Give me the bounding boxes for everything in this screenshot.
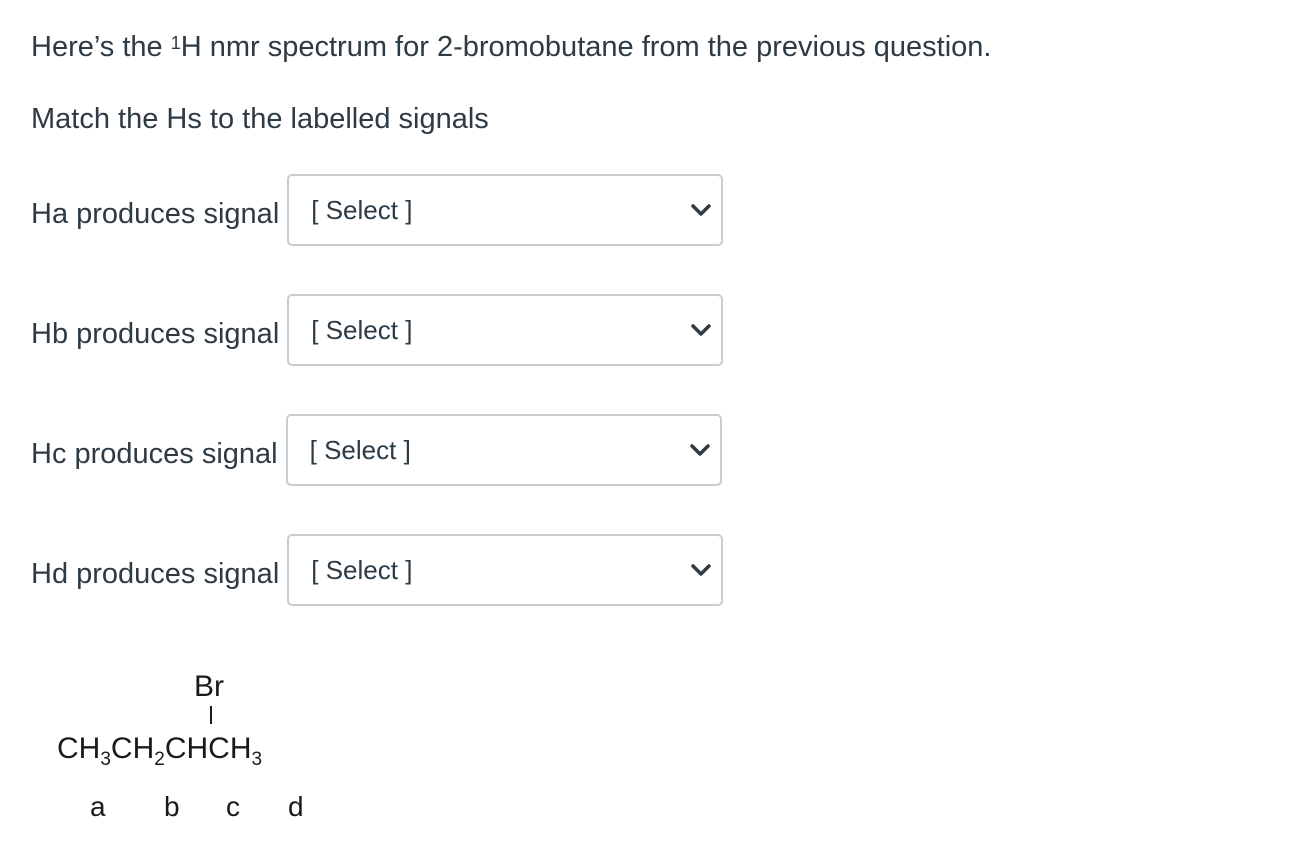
chevron-down-icon: [689, 558, 713, 582]
select-hb[interactable]: [ Select ]: [287, 294, 724, 366]
intro-text-after: H nmr spectrum for 2-bromobutane from th…: [180, 31, 992, 63]
intro-text-before: Here’s the: [31, 31, 171, 63]
select-ha[interactable]: [ Select ]: [287, 174, 724, 246]
bromine-label: Br: [194, 670, 224, 703]
row-label-hd: Hd produces signal: [31, 557, 280, 590]
row-label-ha: Ha produces signal: [31, 197, 280, 230]
structure-svg: Br CH3CH2CHCH3 a b c d: [57, 670, 304, 822]
row-label-hb: Hb produces signal: [31, 317, 280, 350]
chevron-down-icon: [689, 318, 713, 342]
select-value-ha: [ Select ]: [311, 194, 413, 225]
label-d: d: [288, 791, 304, 822]
select-value-hc: [ Select ]: [309, 434, 411, 465]
match-row-ha: Ha produces signal [ Select ]: [31, 174, 724, 252]
match-row-hd: Hd produces signal [ Select ]: [31, 534, 724, 612]
question-intro: Here’s the 1H nmr spectrum for 2-bromobu…: [31, 28, 992, 66]
select-hc[interactable]: [ Select ]: [285, 414, 722, 486]
chevron-down-icon: [689, 198, 713, 222]
label-c: c: [226, 791, 240, 822]
label-b: b: [164, 791, 180, 822]
label-a: a: [90, 791, 106, 822]
condensed-formula: CH3CH2CHCH3: [57, 732, 262, 770]
chevron-down-icon: [688, 438, 712, 462]
match-row-hb: Hb produces signal [ Select ]: [31, 294, 724, 372]
intro-superscript: 1: [170, 33, 181, 53]
match-row-hc: Hc produces signal [ Select ]: [31, 414, 722, 492]
structural-formula: Br CH3CH2CHCH3 a b c d: [0, 650, 400, 830]
row-label-hc: Hc produces signal: [31, 437, 278, 470]
select-value-hb: [ Select ]: [311, 314, 413, 345]
question-instruction: Match the Hs to the labelled signals: [31, 103, 489, 135]
select-hd[interactable]: [ Select ]: [287, 534, 724, 606]
select-value-hd: [ Select ]: [311, 554, 413, 585]
